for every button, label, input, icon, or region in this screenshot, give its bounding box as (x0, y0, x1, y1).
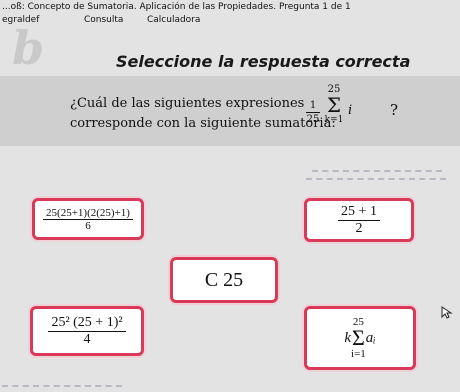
option-d-denominator: 4 (48, 330, 126, 348)
sigma-symbol: Σ (326, 93, 342, 117)
sigma-block: 25 Σ k=1 (322, 84, 346, 125)
question-text: ¿Cuál de las siguientes expresiones corr… (70, 94, 336, 134)
question-line-1: ¿Cuál de las siguientes expresiones (70, 96, 305, 111)
option-c-label: C 25 (204, 268, 244, 291)
pointer-cursor-icon (441, 306, 453, 319)
logo: b (12, 21, 45, 75)
coefficient-numerator: 1 (309, 100, 317, 111)
menubar: egraldef Consulta Calculadora (0, 13, 460, 27)
coefficient-denominator: 25 (306, 114, 320, 125)
menu-calculadora[interactable]: Calculadora (147, 13, 200, 27)
sigma-lower-limit: k=1 (324, 115, 344, 125)
page-title: Seleccione la respuesta correcta (116, 52, 411, 71)
option-e-sigma-block: 25 Σ i=1 (351, 316, 366, 360)
option-b-fraction: 25 + 1 2 (338, 204, 380, 237)
window-title: ...oß: Concepto de Sumatoria. Aplicación… (2, 2, 351, 12)
coefficient-fraction: 1 25 (306, 100, 320, 125)
divider (312, 170, 442, 172)
option-b-button[interactable]: 25 + 1 2 (304, 198, 414, 242)
option-d-fraction: 25² (25 + 1)² 4 (48, 314, 126, 348)
option-a-denominator: 6 (43, 218, 133, 232)
question-mark: ? (390, 101, 399, 119)
option-b-denominator: 2 (338, 219, 380, 237)
question-line-2: corresponde con la siguiente sumatoria: (70, 116, 336, 131)
fraction-bar (306, 112, 320, 113)
option-e-button[interactable]: k 25 Σ i=1 aᵢ (304, 306, 416, 370)
option-a-button[interactable]: 25(25+1)(2(25)+1) 6 (32, 198, 144, 240)
summand-variable: i (348, 103, 353, 118)
menu-consulta[interactable]: Consulta (84, 13, 123, 27)
option-d-button[interactable]: 25² (25 + 1)² 4 (30, 306, 144, 356)
option-c-button[interactable]: C 25 (170, 257, 278, 303)
option-a-numerator: 25(25+1)(2(25)+1) (46, 206, 130, 219)
divider (2, 385, 122, 387)
option-a-fraction: 25(25+1)(2(25)+1) 6 (43, 207, 133, 232)
option-e-coefficient: k (344, 329, 352, 346)
option-b-numerator: 25 + 1 (341, 203, 377, 219)
option-e-term: aᵢ (365, 329, 376, 346)
option-d-numerator: 25² (25 + 1)² (51, 314, 123, 330)
option-e-sigma-symbol: Σ (351, 325, 365, 350)
divider (306, 178, 446, 180)
option-e-lower-limit: i=1 (351, 348, 366, 360)
summation-formula: 1 25 25 Σ k=1 i ? (306, 84, 416, 138)
